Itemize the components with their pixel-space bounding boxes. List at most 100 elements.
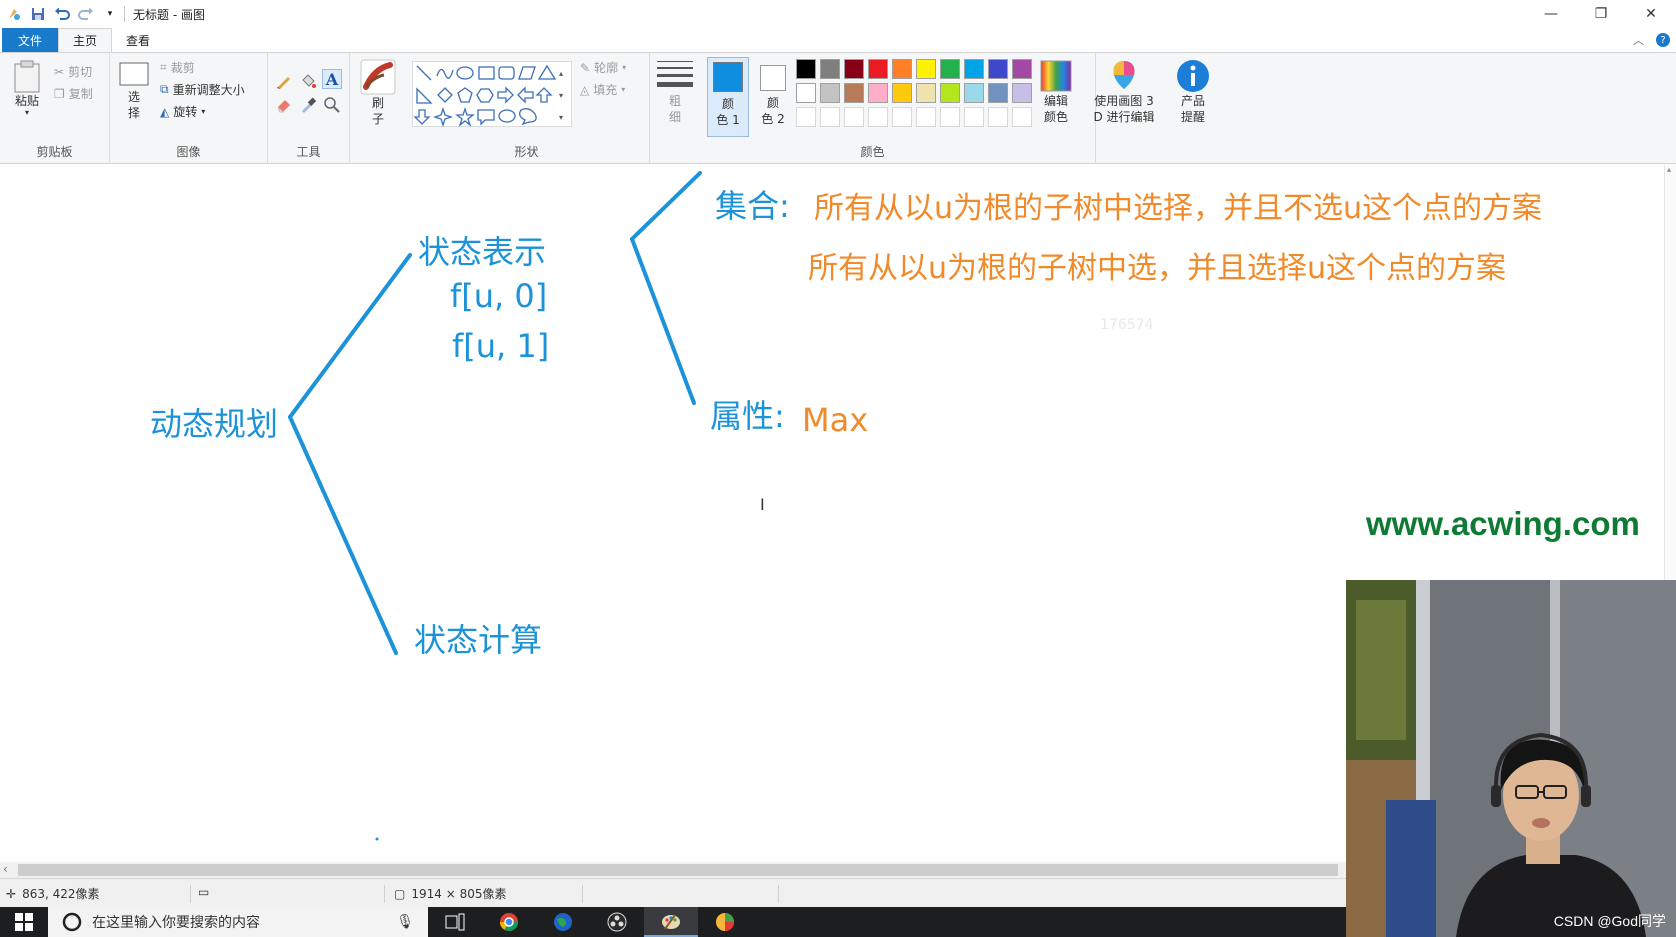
- taskbar-app-3[interactable]: [698, 907, 752, 937]
- outline-button[interactable]: ✎ 轮廓 ▾: [580, 59, 626, 76]
- svg-text:▾: ▾: [559, 91, 563, 100]
- obs-icon: [607, 912, 627, 932]
- status-separator: [582, 885, 583, 903]
- canvas-size: ▢ 1914 × 805像素: [394, 885, 506, 902]
- task-view-icon: [445, 913, 465, 931]
- shapes-gallery-icons: ▴ ▾ ▾: [413, 64, 563, 128]
- save-icon[interactable]: [30, 6, 46, 22]
- cut-button[interactable]: ✂ 剪切: [54, 63, 92, 80]
- resize-button[interactable]: ⧉ 重新调整大小: [160, 81, 245, 98]
- redo-icon[interactable]: [78, 6, 94, 22]
- f-u-0-text: f[u, 0]: [450, 277, 548, 315]
- help-icon[interactable]: ?: [1656, 33, 1670, 47]
- resize-label: 重新调整大小: [172, 83, 245, 97]
- cursor-move-icon: ✛: [6, 886, 17, 901]
- fill-bucket-icon[interactable]: [298, 71, 318, 91]
- crop-button[interactable]: ⌗ 裁剪: [160, 59, 195, 76]
- eraser-icon[interactable]: [274, 95, 294, 115]
- taskbar-chrome[interactable]: [482, 907, 536, 937]
- resize-icon: ⧉: [160, 82, 169, 96]
- quick-access-toolbar: ▾: [0, 6, 118, 22]
- tab-view[interactable]: 查看: [112, 28, 164, 52]
- customize-quick-access-icon[interactable]: ▾: [102, 6, 118, 22]
- paint-app-icon[interactable]: [6, 6, 22, 22]
- magnifier-icon[interactable]: [322, 95, 342, 115]
- paint3d-icon: [1113, 61, 1135, 89]
- product-alert-label-bottom: 提醒: [1180, 110, 1205, 124]
- copy-icon: ❐: [54, 86, 65, 101]
- text-cursor-icon: I: [760, 495, 765, 514]
- ribbon: 粘贴 ▾ ✂ 剪切 ❐ 复制 剪贴板 选 择 ⌗ 裁剪 ⧉ 重新调整大小 ◭ 旋转 ▾ 图像: [0, 52, 1676, 164]
- select-button[interactable]: 选 择: [116, 59, 152, 121]
- task-view-button[interactable]: [428, 907, 482, 937]
- set-label: 集合:: [715, 187, 790, 225]
- cortana-icon: [62, 912, 82, 932]
- tab-file[interactable]: 文件: [2, 28, 59, 52]
- tab-home[interactable]: 主页: [58, 28, 113, 52]
- clipboard-group-label: 剪贴板: [36, 145, 73, 159]
- crop-label: 裁剪: [170, 61, 195, 75]
- paste-button[interactable]: 粘贴 ▾: [8, 59, 46, 117]
- rotate-button[interactable]: ◭ 旋转 ▾: [160, 103, 205, 120]
- taskbar-obs[interactable]: [590, 907, 644, 937]
- outline-label: 轮廓: [594, 61, 619, 75]
- select-label-top: 选: [127, 90, 140, 104]
- colorful-app-icon: [716, 913, 734, 931]
- taskbar-search-placeholder: 在这里输入你要搜索的内容: [92, 915, 260, 931]
- taskbar-paint[interactable]: [644, 907, 698, 937]
- stray-dot: [375, 837, 379, 841]
- rotate-icon: ◭: [160, 104, 170, 119]
- paint3d-label-top: 使用画图 3: [1094, 94, 1154, 108]
- taskbar-search-box[interactable]: 在这里输入你要搜索的内容 🎙: [48, 907, 428, 937]
- window-title: 无标题 - 画图: [133, 7, 205, 22]
- close-button[interactable]: ✕: [1626, 0, 1676, 28]
- brushes-button[interactable]: 刷 子: [356, 59, 400, 127]
- color-picker-icon[interactable]: [298, 95, 318, 115]
- pencil-icon[interactable]: [274, 71, 294, 91]
- copy-label: 复制: [68, 87, 93, 101]
- start-button[interactable]: [0, 907, 48, 937]
- scroll-left-icon[interactable]: ‹: [3, 862, 8, 876]
- text-tool-button[interactable]: A: [322, 69, 342, 89]
- status-bar: ✛ 863, 422像素 ▭ ▢ 1914 × 805像素: [0, 878, 1346, 908]
- clipboard-icon: [14, 60, 40, 93]
- svg-text:▴: ▴: [559, 69, 563, 78]
- fill-dropdown-icon: ▾: [621, 85, 626, 94]
- fill-button[interactable]: ◬ 填充 ▾: [580, 81, 625, 98]
- minimize-button[interactable]: —: [1526, 0, 1576, 28]
- collapse-ribbon-icon[interactable]: ︿: [1633, 32, 1644, 48]
- csdn-watermark: CSDN @God同学: [1553, 913, 1666, 929]
- colors-group: 颜色: [650, 53, 1096, 164]
- horizontal-scrollbar[interactable]: ‹: [0, 862, 1346, 878]
- crop-icon: ⌗: [160, 60, 167, 74]
- copy-button[interactable]: ❐ 复制: [54, 85, 93, 102]
- undo-icon[interactable]: [54, 6, 70, 22]
- attribute-value: Max: [802, 401, 869, 439]
- paint3d-label-bottom: D 进行编辑: [1093, 110, 1155, 124]
- image-group-label: 图像: [176, 145, 201, 159]
- status-separator: [384, 885, 385, 903]
- status-separator: [778, 885, 779, 903]
- window-controls: — ❐ ✕: [1526, 0, 1676, 28]
- microphone-icon[interactable]: 🎙: [396, 914, 414, 930]
- outline-dropdown-icon: ▾: [622, 63, 627, 72]
- brush-icon: [360, 59, 396, 95]
- taskbar-globe-app[interactable]: [536, 907, 590, 937]
- bracket-root-upper-line: [288, 253, 412, 419]
- product-alert-button[interactable]: 产品 提醒: [1170, 59, 1216, 125]
- fill-label: 填充: [593, 83, 618, 97]
- chrome-icon: [500, 913, 518, 932]
- select-label-bottom: 择: [127, 106, 140, 120]
- clipboard-group: 粘贴 ▾ ✂ 剪切 ❐ 复制 剪贴板: [0, 53, 110, 164]
- scroll-up-icon[interactable]: ▴: [1667, 165, 1671, 174]
- set-line-1: 所有从以u为根的子树中选择，并且不选u这个点的方案: [814, 191, 1543, 226]
- paint3d-button[interactable]: 使用画图 3 D 进行编辑: [1086, 59, 1162, 125]
- text-tool-icon: A: [325, 69, 339, 89]
- website-text: www.acwing.com: [1366, 505, 1640, 542]
- selection-size-icon: ▭: [198, 885, 210, 899]
- cursor-position-text: 863, 422像素: [22, 887, 100, 901]
- horizontal-scroll-thumb[interactable]: [18, 864, 1338, 876]
- rotate-dropdown-icon: ▾: [201, 107, 206, 116]
- maximize-button[interactable]: ❐: [1576, 0, 1626, 28]
- edit-colors-button[interactable]: 编辑 颜色: [1036, 59, 1076, 125]
